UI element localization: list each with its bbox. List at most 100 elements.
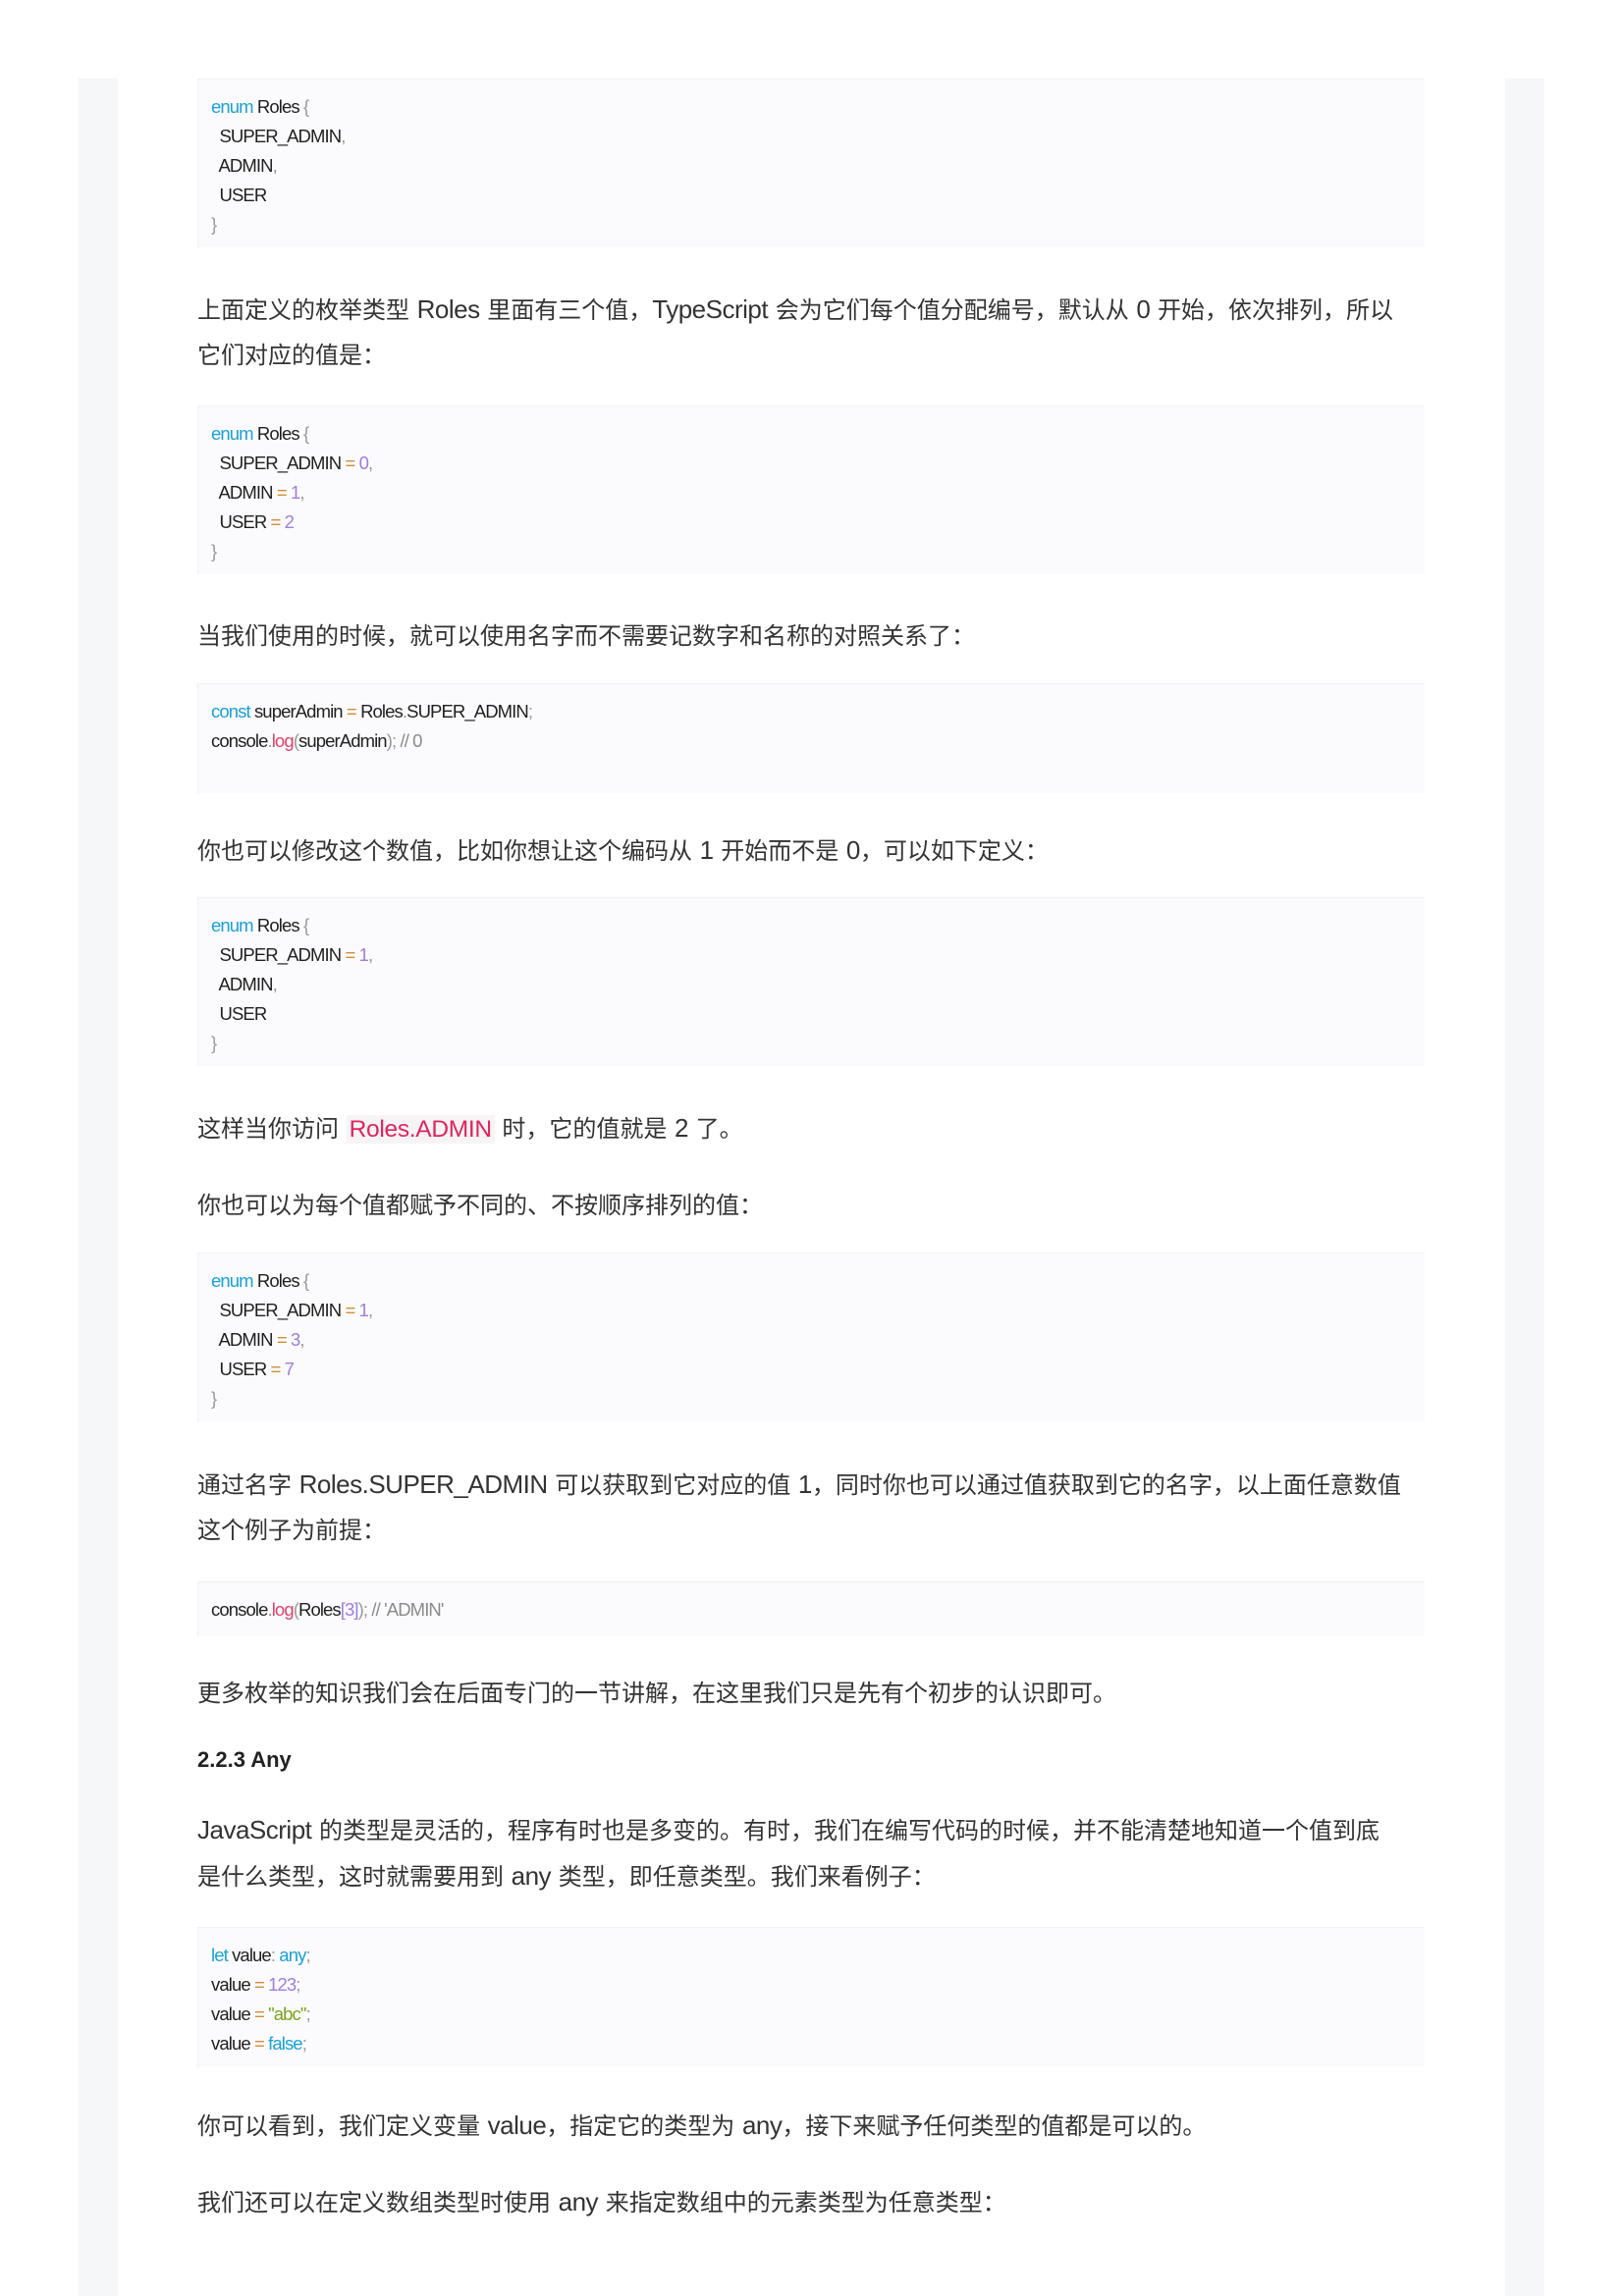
code-line: USER = 7 bbox=[211, 1355, 1412, 1384]
code-token: ); bbox=[386, 730, 397, 751]
text-run: 来指定数组中的元素类型为任意类型： bbox=[598, 2189, 1006, 2216]
text-run: 开始，依次排列，所以 bbox=[1150, 296, 1393, 324]
code-token: Roles bbox=[355, 701, 404, 721]
code-line: SUPER_ADMIN = 1, bbox=[211, 940, 1412, 970]
code-token: value bbox=[211, 1974, 254, 1995]
code-token: USER bbox=[211, 1003, 267, 1024]
code-token: = bbox=[345, 453, 355, 473]
code-token: log bbox=[271, 730, 295, 751]
paragraph-line: 是什么类型，这时就需要用到 any 类型，即任意类型。我们来看例子： bbox=[197, 1853, 1425, 1899]
code-token: { bbox=[302, 915, 309, 935]
code-token: 123 bbox=[263, 1974, 297, 1995]
code-token: value bbox=[211, 2003, 254, 2024]
code-token: = bbox=[253, 1974, 265, 1995]
code-line: USER = 2 bbox=[211, 507, 1412, 537]
code-token: ADMIN bbox=[211, 482, 277, 503]
code-block: enum Roles { SUPER_ADMIN = 0, ADMIN = 1,… bbox=[197, 405, 1425, 574]
code-token: ADMIN bbox=[211, 1329, 277, 1350]
code-token: USER bbox=[211, 1359, 271, 1379]
code-token: , bbox=[272, 974, 278, 994]
code-token: superAdmin bbox=[249, 701, 347, 721]
code-token: Roles bbox=[252, 915, 303, 935]
text-run: 这个例子为前提： bbox=[197, 1517, 386, 1544]
code-line: USER bbox=[211, 181, 1412, 210]
code-token: SUPER_ADMIN bbox=[406, 701, 529, 721]
code-token: USER bbox=[211, 511, 271, 532]
code-token: ); bbox=[357, 1599, 368, 1620]
code-block: enum Roles { SUPER_ADMIN, ADMIN, USER} bbox=[197, 79, 1425, 247]
code-token: enum bbox=[211, 96, 254, 117]
paragraph: 通过名字 Roles.SUPER_ADMIN 可以获取到它对应的值 1，同时你也… bbox=[197, 1462, 1425, 1553]
paragraph: JavaScript 的类型是灵活的，程序有时也是多变的。有时，我们在编写代码的… bbox=[197, 1807, 1425, 1899]
code-token: value bbox=[211, 2033, 254, 2054]
code-line: USER bbox=[211, 999, 1412, 1029]
page-left-margin bbox=[79, 79, 118, 2296]
paragraph-line: 你可以看到，我们定义变量 value，指定它的类型为 any，接下来赋予任何类型… bbox=[197, 2103, 1425, 2149]
code-token: = bbox=[253, 2003, 265, 2024]
code-token: 1 bbox=[354, 944, 369, 965]
inline-code: Roles.ADMIN bbox=[346, 1115, 495, 1144]
page-right-margin bbox=[1505, 79, 1544, 2296]
text-run: value bbox=[487, 2110, 547, 2140]
code-line: let value: any; bbox=[211, 1941, 1412, 1970]
code-token: superAdmin bbox=[298, 730, 388, 751]
code-token: ADMIN bbox=[211, 155, 273, 176]
code-line: value = false; bbox=[211, 2029, 1412, 2058]
text-run: 当我们使用的时候，就可以使用名字而不需要记数字和名称的对照关系了： bbox=[197, 622, 975, 650]
code-token: 7 bbox=[280, 1359, 295, 1379]
text-run: 里面有三个值， bbox=[479, 296, 653, 324]
code-token: any bbox=[275, 1945, 306, 1965]
code-token: { bbox=[302, 423, 309, 444]
code-token: , bbox=[368, 1300, 373, 1320]
code-token: { bbox=[302, 1270, 309, 1291]
code-token: console bbox=[211, 1599, 268, 1620]
text-run: 通过名字 bbox=[197, 1471, 299, 1499]
paragraph: 你也可以修改这个数值，比如你想让这个编码从 1 开始而不是 0，可以如下定义： bbox=[197, 828, 1425, 874]
code-token: = bbox=[345, 1300, 355, 1320]
code-token: ; bbox=[305, 1945, 310, 1965]
text-run: 开始而不是 bbox=[713, 837, 846, 865]
text-run: any bbox=[558, 2187, 599, 2216]
code-token: ADMIN bbox=[211, 974, 273, 994]
code-token: value bbox=[227, 1945, 272, 1965]
code-block-body: enum Roles { SUPER_ADMIN = 0, ADMIN = 1,… bbox=[197, 405, 1425, 574]
text-run: 这样当你访问 bbox=[197, 1115, 347, 1143]
text-run: JavaScript bbox=[197, 1815, 312, 1844]
code-token: = bbox=[270, 1359, 282, 1379]
paragraph-line: 当我们使用的时候，就可以使用名字而不需要记数字和名称的对照关系了： bbox=[197, 614, 1425, 659]
paragraph-line: 我们还可以在定义数组类型时使用 any 来指定数组中的元素类型为任意类型： bbox=[197, 2179, 1425, 2225]
code-line: enum Roles { bbox=[211, 911, 1412, 940]
code-block-body: console.log(Roles[3]); // 'ADMIN' bbox=[197, 1581, 1425, 1636]
text-run: Roles bbox=[416, 294, 480, 324]
code-line: enum Roles { bbox=[211, 1266, 1412, 1296]
code-token: SUPER_ADMIN bbox=[211, 1300, 346, 1320]
code-token: , bbox=[341, 126, 346, 146]
code-block-body: const superAdmin = Roles.SUPER_ADMIN; con… bbox=[197, 683, 1425, 793]
code-token: Roles bbox=[252, 96, 303, 117]
code-line: value = "abc"; bbox=[211, 2000, 1412, 2029]
code-line: SUPER_ADMIN = 0, bbox=[211, 449, 1412, 478]
code-block-body: enum Roles { SUPER_ADMIN, ADMIN, USER} bbox=[197, 79, 1425, 247]
paragraph-line: 通过名字 Roles.SUPER_ADMIN 可以获取到它对应的值 1，同时你也… bbox=[197, 1462, 1425, 1508]
paragraph-line: 这样当你访问 Roles.ADMIN 时，它的值就是 2 了。 bbox=[197, 1105, 1425, 1152]
paragraph-line: 上面定义的枚举类型 Roles 里面有三个值，TypeScript 会为它们每个… bbox=[197, 287, 1425, 333]
code-line: } bbox=[211, 1029, 1412, 1058]
text-run: ，同时你也可以通过值获取到它的名字，以上面任意数值 bbox=[811, 1471, 1401, 1499]
text-run: ，接下来赋予任何类型的值都是可以的。 bbox=[782, 2112, 1207, 2140]
text-run: 你也可以修改这个数值，比如你想让这个编码从 bbox=[197, 837, 700, 865]
code-token: { bbox=[302, 96, 309, 117]
paragraph: 你可以看到，我们定义变量 value，指定它的类型为 any，接下来赋予任何类型… bbox=[197, 2103, 1425, 2149]
paragraph: 这样当你访问 Roles.ADMIN 时，它的值就是 2 了。 bbox=[197, 1105, 1425, 1152]
code-line: enum Roles { bbox=[211, 419, 1412, 449]
code-token: SUPER_ADMIN bbox=[211, 453, 346, 473]
code-line: } bbox=[211, 1384, 1412, 1414]
section-heading: 2.2.3 Any bbox=[197, 1747, 1425, 1773]
text-run: any bbox=[511, 1861, 552, 1891]
text-run: 上面定义的枚举类型 bbox=[197, 296, 417, 324]
code-line: value = 123; bbox=[211, 1970, 1412, 2000]
text-run: ，指定它的类型为 bbox=[546, 2112, 742, 2140]
code-token: , bbox=[299, 482, 304, 503]
code-token: Roles bbox=[252, 423, 303, 444]
code-token: = bbox=[270, 511, 282, 532]
code-token: Roles bbox=[252, 1270, 303, 1291]
